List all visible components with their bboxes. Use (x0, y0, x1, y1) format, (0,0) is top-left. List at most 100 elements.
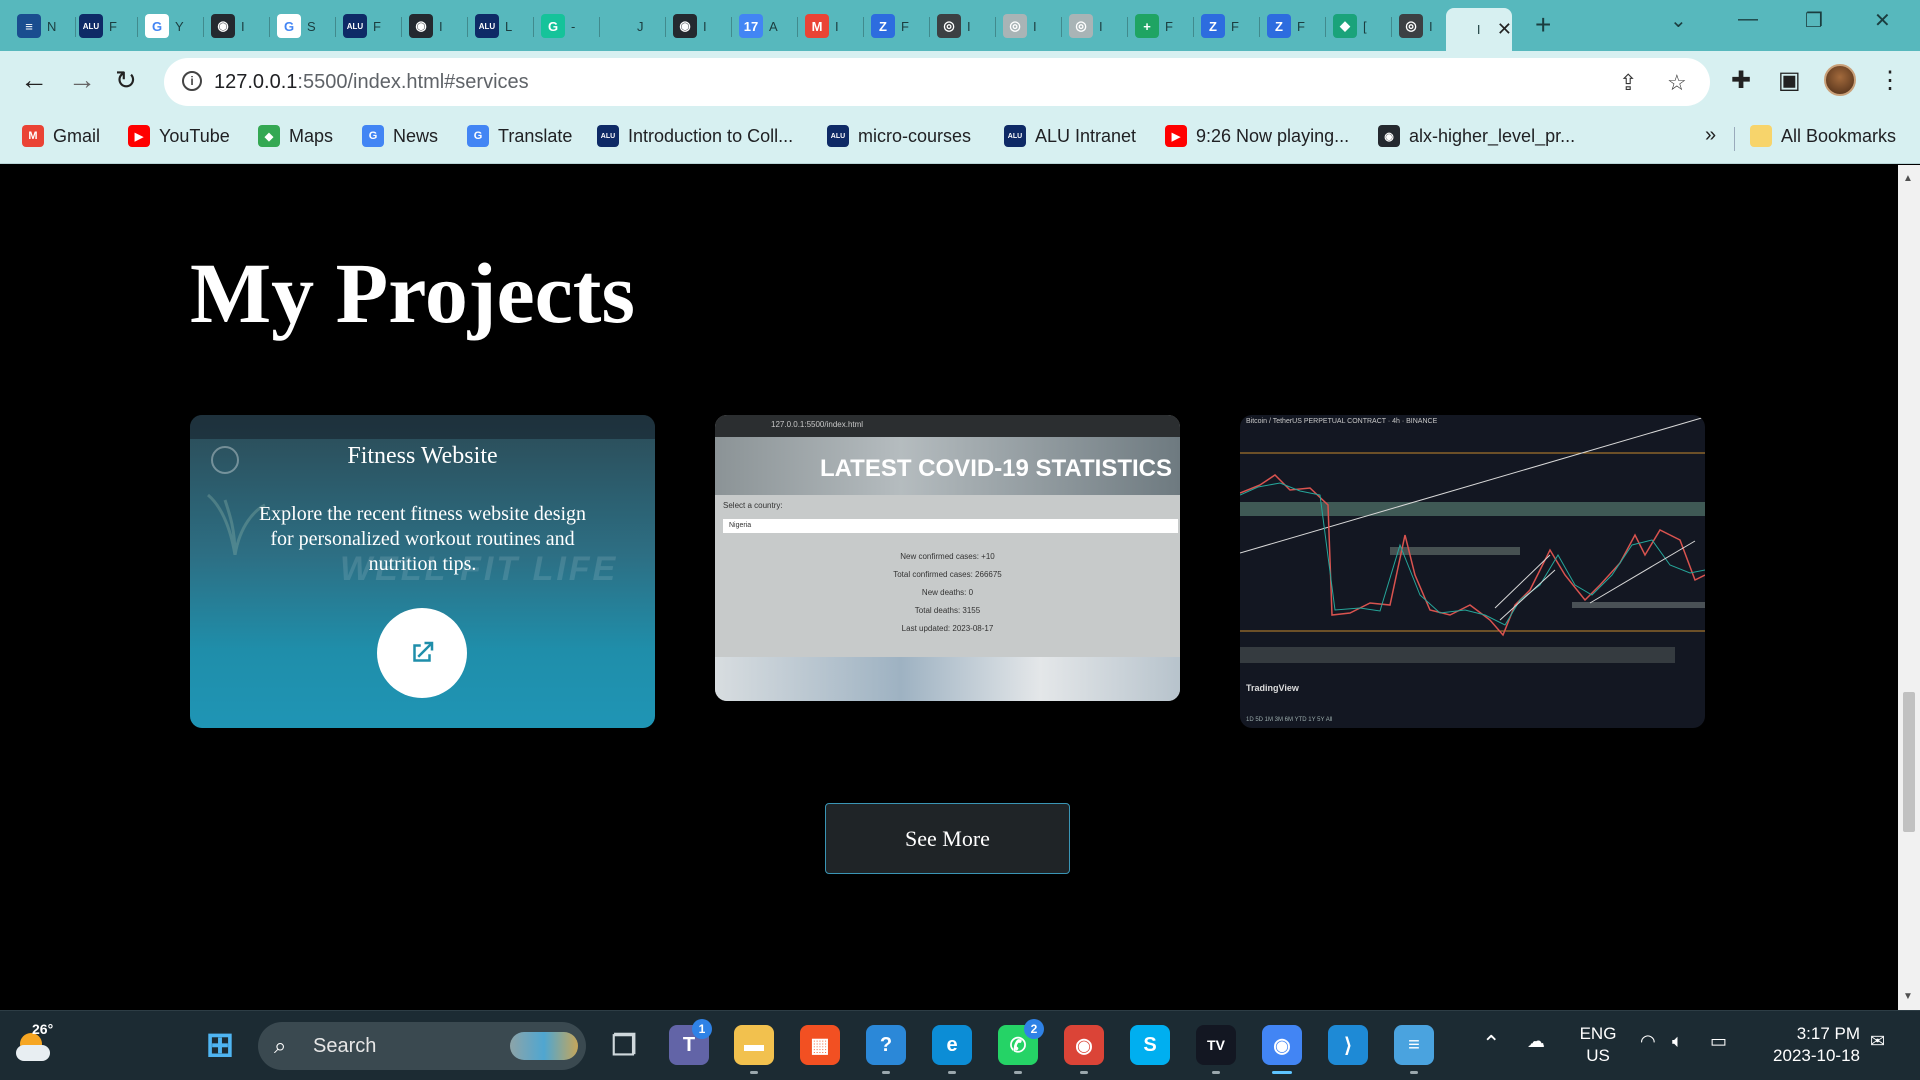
taskbar-edge-icon[interactable]: e (932, 1025, 972, 1065)
bookmark-item[interactable]: G Translate (467, 125, 572, 147)
taskbar-help-icon[interactable]: ? (866, 1025, 906, 1065)
price-chart-graphic (1240, 416, 1705, 663)
browser-tab[interactable]: ZF (864, 8, 930, 44)
browser-tab[interactable]: 17 A (732, 8, 798, 44)
browser-tab[interactable]: ◆[ (1326, 8, 1392, 44)
bookmarks-overflow-icon[interactable]: » (1705, 124, 1716, 147)
browser-tab[interactable]: ◉ I (666, 8, 732, 44)
weather-widget[interactable]: 26° (14, 1021, 54, 1063)
scroll-down-icon[interactable]: ▼ (1903, 991, 1913, 1002)
back-icon[interactable]: ← (20, 65, 48, 95)
extensions-icon[interactable]: ✚ (1731, 66, 1751, 95)
browser-tab[interactable]: ALU F (336, 8, 402, 44)
url-text[interactable]: 127.0.0.1:5500/index.html#services (214, 71, 529, 94)
project-card-covid[interactable]: 127.0.0.1:5500/index.html LATEST COVID-1… (715, 415, 1180, 701)
browser-tab[interactable]: + F (1128, 8, 1194, 44)
bookmark-item[interactable]: ALU Introduction to Coll... (597, 125, 793, 147)
tab-close-icon[interactable]: ✕ (1497, 19, 1512, 40)
battery-icon[interactable]: ▭ (1710, 1031, 1727, 1052)
browser-tab[interactable]: GY (138, 8, 204, 44)
browser-tab[interactable]: ◉ I (402, 8, 468, 44)
taskbar-taskview-icon[interactable]: ❐ (604, 1025, 644, 1065)
tab-title: I (439, 18, 443, 34)
search-label: Search (313, 1035, 377, 1057)
tab-active[interactable]: I ✕ (1446, 8, 1512, 51)
tab-favicon-icon: Z (1201, 14, 1225, 38)
open-project-button[interactable] (377, 608, 467, 698)
site-info-icon[interactable]: i (182, 71, 202, 91)
taskbar-vscode-icon[interactable]: ⟩ (1328, 1025, 1368, 1065)
close-window-icon[interactable]: ✕ (1874, 8, 1891, 33)
forward-icon[interactable]: → (68, 65, 96, 95)
scroll-up-icon[interactable]: ▲ (1903, 173, 1913, 184)
new-tab-icon[interactable]: + (1535, 11, 1551, 39)
taskbar-notepad-icon[interactable]: ≡ (1394, 1025, 1434, 1065)
bookmark-item[interactable]: ▶ 9:26 Now playing... (1165, 125, 1349, 147)
bookmark-item[interactable]: ALU micro-courses (827, 125, 971, 147)
browser-tab[interactable]: GS (270, 8, 336, 44)
bookmark-item[interactable]: ALU ALU Intranet (1004, 125, 1136, 147)
scrollbar-thumb[interactable] (1903, 692, 1915, 832)
taskbar-chrome-profile-icon[interactable]: ◉ (1064, 1025, 1104, 1065)
browser-tab[interactable]: MI (798, 8, 864, 44)
bookmarks-divider (1734, 127, 1735, 151)
bookmark-label: ALU Intranet (1035, 125, 1137, 146)
bookmark-star-icon[interactable]: ☆ (1667, 70, 1687, 96)
browser-tab[interactable]: ≡ N (10, 8, 76, 44)
project-card-fitness[interactable]: WELL FIT LIFE Fitness Website Explore th… (190, 415, 655, 728)
all-bookmarks-label: All Bookmarks (1781, 125, 1897, 146)
tab-title: F (373, 18, 381, 34)
tab-title: I (1429, 18, 1433, 34)
card-screenshot-strip (190, 415, 655, 439)
see-more-button[interactable]: See More (825, 803, 1070, 874)
tab-title: N (47, 18, 57, 34)
language-indicator[interactable]: ENG US (1578, 1023, 1618, 1067)
taskbar-skype-icon[interactable]: S (1130, 1025, 1170, 1065)
onedrive-icon[interactable]: ☁ (1527, 1031, 1545, 1052)
notifications-icon[interactable]: ✉ (1870, 1031, 1885, 1052)
project-card-trading[interactable]: Bitcoin / TetherUS PERPETUAL CONTRACT · … (1240, 415, 1705, 728)
bookmark-label: Introduction to Coll... (628, 125, 794, 146)
page-scrollbar[interactable]: ▲ ▼ (1898, 165, 1920, 1010)
browser-tab[interactable]: ALU F (72, 8, 138, 44)
tab-favicon-icon: ALU (475, 14, 499, 38)
reload-icon[interactable]: ↻ (115, 65, 137, 95)
share-icon[interactable]: ⇪ (1619, 70, 1637, 96)
taskbar-start-icon[interactable]: ⊞ (200, 1025, 240, 1065)
profile-avatar[interactable] (1824, 64, 1856, 96)
taskbar-tradingview-icon[interactable]: TV (1196, 1025, 1236, 1065)
tab-search-icon[interactable]: ⌄ (1670, 8, 1687, 33)
side-panel-icon[interactable]: ▣ (1778, 66, 1801, 95)
restore-icon[interactable]: ❐ (1805, 8, 1823, 33)
wifi-icon[interactable]: ◠ (1640, 1031, 1656, 1052)
browser-tab[interactable]: ◉ I (204, 8, 270, 44)
all-bookmarks-folder[interactable]: All Bookmarks (1750, 125, 1896, 147)
taskbar-explorer-icon[interactable]: ▬ (734, 1025, 774, 1065)
tab-title: A (769, 18, 778, 34)
volume-icon[interactable]: 🔈︎ (1672, 1031, 1683, 1052)
browser-tab[interactable]: ALU L (468, 8, 534, 44)
browser-tab[interactable]: J (600, 8, 666, 44)
menu-kebab-icon[interactable]: ⋮ (1878, 66, 1902, 95)
taskbar-store-icon[interactable]: ▦ (800, 1025, 840, 1065)
browser-tab[interactable]: ◎ I (1062, 8, 1128, 44)
browser-tab[interactable]: ZF (1260, 8, 1326, 44)
browser-tab[interactable]: ◎ I (930, 8, 996, 44)
browser-tab[interactable]: G- (534, 8, 600, 44)
browser-tab[interactable]: ZF (1194, 8, 1260, 44)
bookmark-item[interactable]: G News (362, 125, 438, 147)
bookmark-item[interactable]: M Gmail (22, 125, 100, 147)
address-bar[interactable]: i 127.0.0.1:5500/index.html#services ⇪ ☆ (164, 58, 1710, 106)
bookmark-item[interactable]: ◉ alx-higher_level_pr... (1378, 125, 1575, 147)
bookmark-item[interactable]: ◆ Maps (258, 125, 333, 147)
taskbar-search[interactable]: ⌕ Search (258, 1022, 586, 1070)
system-clock[interactable]: 3:17 PM 2023-10-18 (1760, 1023, 1860, 1067)
tab-favicon-icon: G (541, 14, 565, 38)
browser-tab[interactable]: ◎ I (996, 8, 1062, 44)
bookmark-item[interactable]: ▶ YouTube (128, 125, 230, 147)
running-indicator (750, 1071, 758, 1074)
tray-chevron-icon[interactable]: ⌃ (1482, 1031, 1500, 1057)
minimize-icon[interactable]: — (1738, 8, 1758, 31)
taskbar-chrome-icon[interactable]: ◉ (1262, 1025, 1302, 1065)
tab-title: I (1476, 22, 1481, 37)
